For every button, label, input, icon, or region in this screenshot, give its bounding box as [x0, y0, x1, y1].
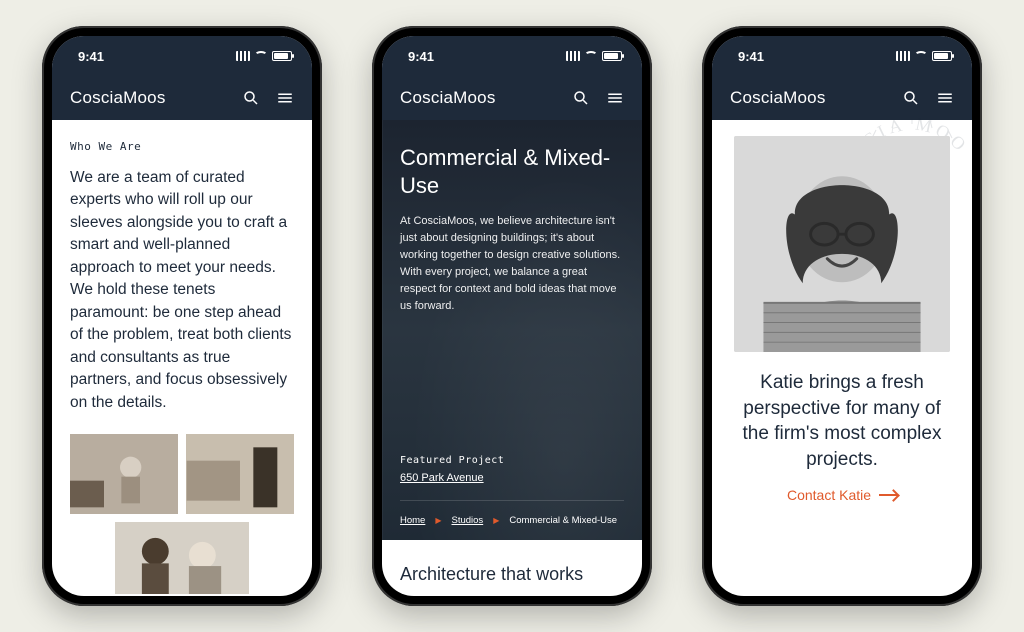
contact-person-link[interactable]: Contact Katie — [787, 487, 897, 503]
breadcrumb: Home ▶ Studios ▶ Commercial & Mixed-Use — [400, 500, 624, 526]
status-indicators — [236, 51, 292, 61]
app-header: CosciaMoos — [382, 76, 642, 120]
wifi-icon — [254, 51, 268, 61]
search-icon[interactable] — [572, 89, 590, 107]
brand-logo[interactable]: CosciaMoos — [70, 88, 166, 108]
phone-mockup-studio: 9:41 CosciaMoos Commercial & Mixed-Use — [372, 26, 652, 606]
person-section: OSCIA MOO — [712, 120, 972, 505]
team-photo — [115, 522, 249, 594]
phone-mockup-about: 9:41 CosciaMoos Who We Are We are a team… — [42, 26, 322, 606]
chevron-right-icon: ▶ — [435, 516, 441, 525]
status-bar: 9:41 — [712, 36, 972, 76]
section-headline: Architecture that works — [382, 540, 642, 596]
battery-icon — [602, 51, 622, 61]
office-photo — [70, 434, 178, 514]
status-bar: 9:41 — [52, 36, 312, 76]
menu-icon[interactable] — [276, 89, 294, 107]
office-photo — [186, 434, 294, 514]
section-eyebrow: Who We Are — [70, 140, 294, 153]
battery-icon — [272, 51, 292, 61]
about-copy: We are a team of curated experts who wil… — [70, 167, 294, 414]
wifi-icon — [584, 51, 598, 61]
breadcrumb-home[interactable]: Home — [400, 515, 425, 526]
about-image-row-2 — [70, 522, 294, 594]
cellular-signal-icon — [566, 51, 580, 61]
app-header: CosciaMoos — [52, 76, 312, 120]
wifi-icon — [914, 51, 928, 61]
menu-icon[interactable] — [606, 89, 624, 107]
person-portrait — [734, 136, 950, 352]
battery-icon — [932, 51, 952, 61]
about-image-row — [70, 434, 294, 514]
featured-project-link[interactable]: 650 Park Avenue — [400, 472, 624, 484]
status-time: 9:41 — [408, 49, 434, 64]
breadcrumb-current: Commercial & Mixed-Use — [509, 515, 617, 526]
breadcrumb-studios[interactable]: Studios — [452, 515, 484, 526]
featured-project: Featured Project 650 Park Avenue — [400, 455, 624, 484]
arrow-right-icon — [879, 494, 897, 496]
featured-label: Featured Project — [400, 455, 624, 466]
brand-logo[interactable]: CosciaMoos — [400, 88, 496, 108]
status-indicators — [896, 51, 952, 61]
search-icon[interactable] — [242, 89, 260, 107]
about-section: Who We Are We are a team of curated expe… — [52, 120, 312, 594]
studio-title-text: Commercial & Mixed-Use — [400, 145, 610, 198]
studio-title: Commercial & Mixed-Use — [400, 144, 624, 199]
brand-logo[interactable]: CosciaMoos — [730, 88, 826, 108]
phone-mockup-person: 9:41 CosciaMoos OSCIA MO — [702, 26, 982, 606]
studio-description: At CosciaMoos, we believe architecture i… — [400, 213, 624, 315]
cellular-signal-icon — [236, 51, 250, 61]
cellular-signal-icon — [896, 51, 910, 61]
status-bar: 9:41 — [382, 36, 642, 76]
app-header: CosciaMoos — [712, 76, 972, 120]
studio-hero: Commercial & Mixed-Use At CosciaMoos, we… — [382, 120, 642, 540]
status-time: 9:41 — [78, 49, 104, 64]
person-quote: Katie brings a fresh perspective for man… — [734, 370, 950, 473]
status-time: 9:41 — [738, 49, 764, 64]
chevron-right-icon: ▶ — [493, 516, 499, 525]
menu-icon[interactable] — [936, 89, 954, 107]
contact-person-label: Contact Katie — [787, 487, 871, 503]
search-icon[interactable] — [902, 89, 920, 107]
status-indicators — [566, 51, 622, 61]
